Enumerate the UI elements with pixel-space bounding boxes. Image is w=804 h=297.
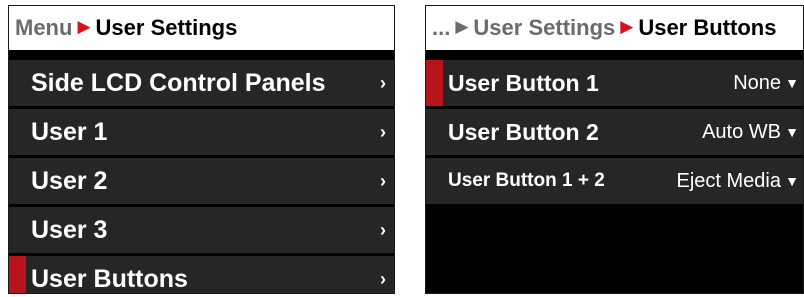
chevron-down-icon[interactable]: ▼ (785, 173, 799, 189)
setting-value-dropdown[interactable]: None (733, 72, 781, 95)
menu-item-user-buttons[interactable]: User Buttons › (9, 256, 394, 293)
selection-indicator (9, 256, 26, 293)
user-buttons-panel: ... ▶ User Settings ▶ User Buttons User … (425, 5, 804, 294)
breadcrumb-menu[interactable]: Menu (15, 15, 72, 41)
setting-row-user-button-1-2[interactable]: User Button 1 + 2 Eject Media ▼ (426, 158, 803, 204)
breadcrumb-current: User Buttons (638, 15, 777, 40)
breadcrumb-separator-icon: ▶ (620, 17, 634, 36)
setting-label: User Button 2 (448, 118, 599, 145)
breadcrumb-user-settings[interactable]: User Settings (473, 15, 615, 41)
breadcrumb-separator-icon: ▶ (455, 17, 469, 36)
breadcrumb: ... ▶ User Settings ▶ User Buttons (426, 6, 803, 50)
chevron-down-icon[interactable]: ▼ (785, 75, 799, 91)
menu-item-user-3[interactable]: User 3 › (9, 207, 394, 253)
chevron-right-icon: › (380, 170, 386, 191)
menu-item-label: User 3 (31, 215, 108, 244)
chevron-right-icon: › (380, 121, 386, 142)
breadcrumb-separator-icon: ▶ (77, 17, 91, 36)
chevron-right-icon: › (380, 268, 386, 289)
menu-item-user-1[interactable]: User 1 › (9, 109, 394, 155)
chevron-right-icon: › (380, 72, 386, 93)
menu-item-side-lcd-control-panels[interactable]: Side LCD Control Panels › (9, 60, 394, 106)
setting-row-user-button-1[interactable]: User Button 1 None ▼ (426, 60, 803, 106)
menu-item-label: User 1 (31, 117, 108, 146)
menu-item-label: User Buttons (31, 264, 188, 293)
user-settings-panel: Menu ▶ User Settings Side LCD Control Pa… (8, 5, 395, 294)
menu-item-label: Side LCD Control Panels (31, 68, 326, 97)
breadcrumb: Menu ▶ User Settings (9, 6, 394, 50)
menu-item-user-2[interactable]: User 2 › (9, 158, 394, 204)
selection-indicator (426, 60, 443, 106)
menu-item-label: User 2 (31, 166, 108, 195)
chevron-right-icon: › (380, 219, 386, 240)
setting-label: User Button 1 (448, 69, 599, 96)
setting-row-user-button-2[interactable]: User Button 2 Auto WB ▼ (426, 109, 803, 155)
chevron-down-icon[interactable]: ▼ (785, 124, 799, 140)
setting-value-dropdown[interactable]: Auto WB (702, 121, 781, 144)
setting-label: User Button 1 + 2 (448, 170, 605, 191)
breadcrumb-ellipsis[interactable]: ... (432, 15, 450, 41)
setting-value-dropdown[interactable]: Eject Media (677, 170, 782, 193)
breadcrumb-current: User Settings (95, 15, 238, 40)
